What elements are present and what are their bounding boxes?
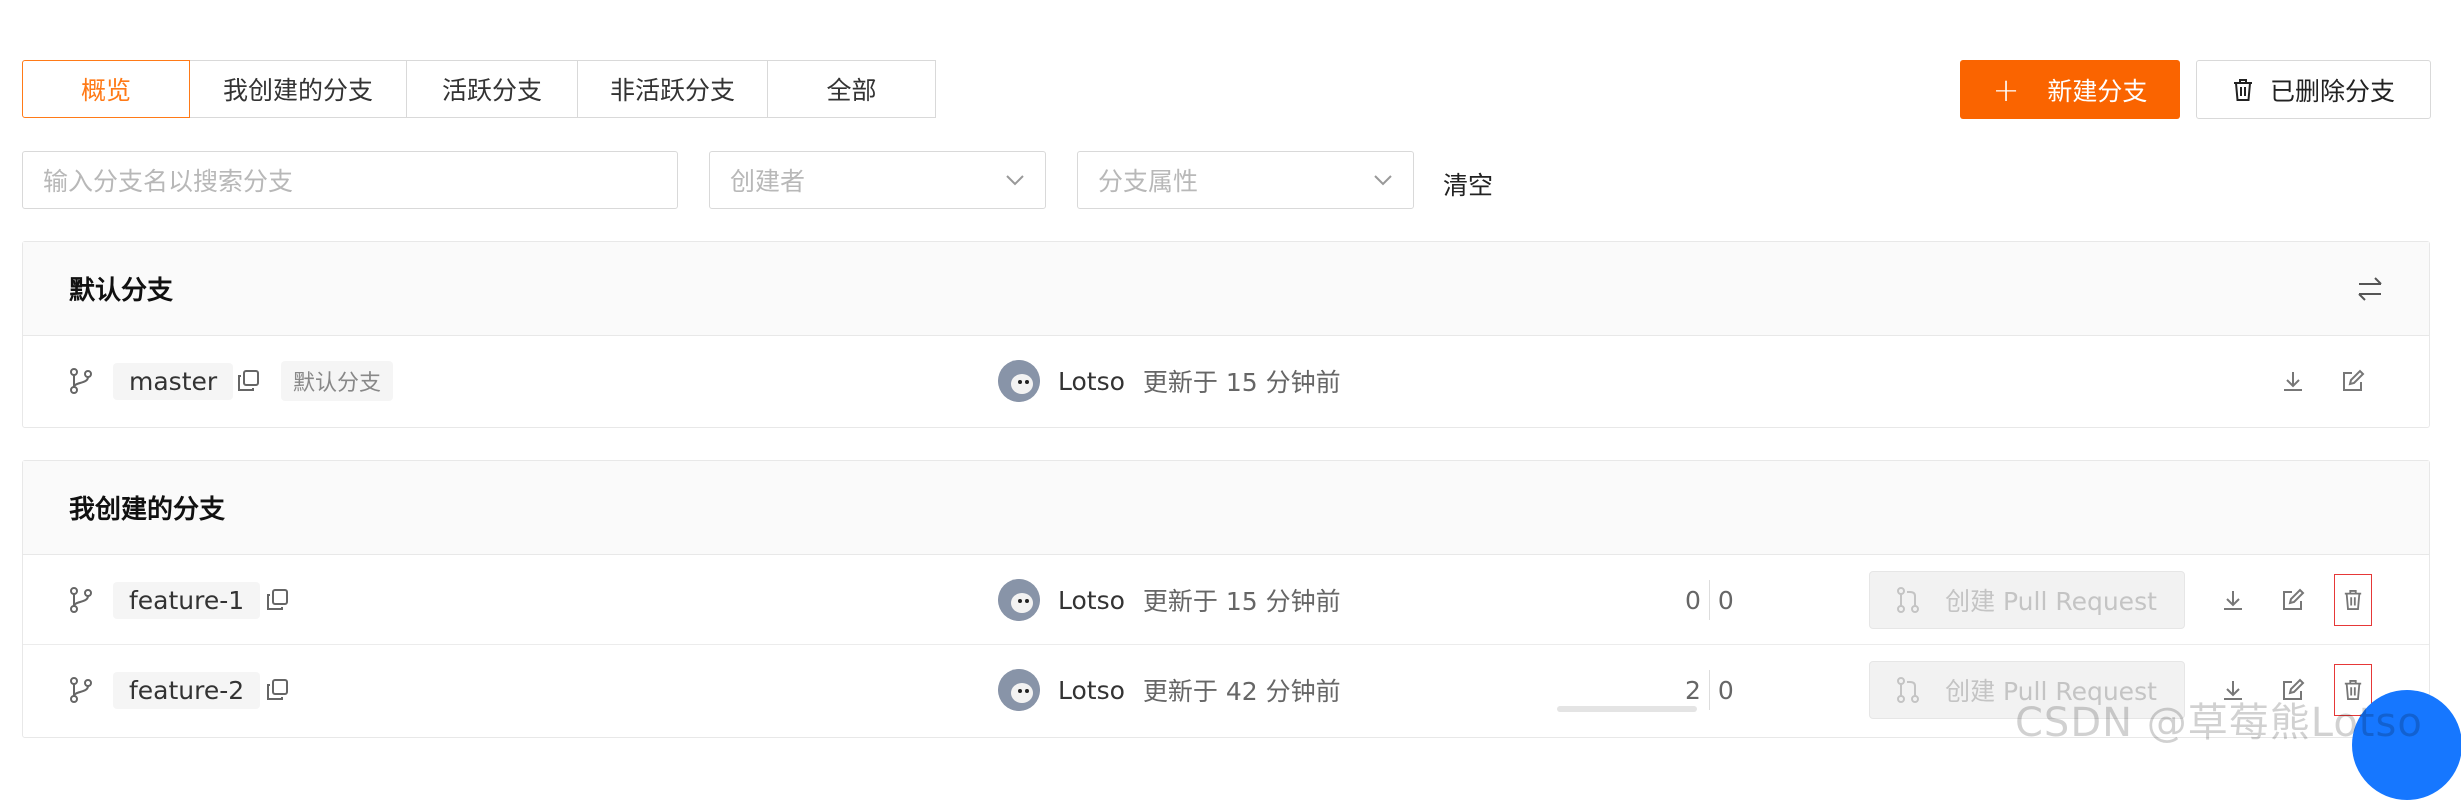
avatar xyxy=(998,360,1040,402)
attribute-placeholder: 分支属性 xyxy=(1098,167,1199,196)
section-header: 我创建的分支 xyxy=(23,461,2429,555)
edit-icon[interactable] xyxy=(2341,336,2365,426)
download-icon[interactable] xyxy=(2281,336,2305,426)
branch-name[interactable]: feature-1 xyxy=(113,581,261,619)
branch-name[interactable]: feature-2 xyxy=(113,671,261,709)
deleted-branches-button[interactable]: 已删除分支 xyxy=(2196,60,2431,119)
author-name[interactable]: Lotso xyxy=(1058,586,1125,615)
updated-time: 更新于 42 分钟前 xyxy=(1142,677,1341,706)
author-name[interactable]: Lotso xyxy=(1058,367,1125,396)
new-branch-label: 新建分支 xyxy=(2047,76,2148,106)
author-name[interactable]: Lotso xyxy=(1058,676,1125,705)
default-branch-section: 默认分支 master 默认分支 Lotso 更新于 15 分钟前 xyxy=(22,241,2430,428)
copy-icon[interactable] xyxy=(266,645,288,735)
section-title: 默认分支 xyxy=(69,276,174,306)
branch-icon xyxy=(69,336,93,426)
section-title: 我创建的分支 xyxy=(69,495,226,525)
branch-name[interactable]: master xyxy=(113,362,234,400)
plus-icon: + xyxy=(1992,70,2020,109)
tab-my-branches[interactable]: 我创建的分支 xyxy=(190,60,407,118)
behind-count: 2 xyxy=(1685,675,1701,705)
watermark: CSDN @草莓熊Lotso xyxy=(2015,700,2423,746)
copy-icon[interactable] xyxy=(237,336,259,426)
swap-icon[interactable] xyxy=(2355,275,2385,303)
copy-icon[interactable] xyxy=(266,555,288,645)
avatar xyxy=(998,579,1040,621)
pull-request-icon xyxy=(1897,677,1920,703)
chevron-down-icon xyxy=(1373,174,1393,186)
table-row: feature-1 Lotso 更新于 15 分钟前 0 0 创建 Pull R… xyxy=(23,555,2429,645)
ahead-count: 0 xyxy=(1717,675,1734,705)
table-row: master 默认分支 Lotso 更新于 15 分钟前 xyxy=(23,336,2429,426)
tab-all[interactable]: 全部 xyxy=(768,60,936,118)
updated-time: 更新于 15 分钟前 xyxy=(1142,368,1341,397)
creator-placeholder: 创建者 xyxy=(730,167,806,196)
avatar xyxy=(998,669,1040,711)
search-input[interactable]: 输入分支名以搜索分支 xyxy=(22,151,678,209)
chevron-down-icon xyxy=(1005,174,1025,186)
trash-icon xyxy=(2343,589,2363,611)
pull-request-icon xyxy=(1897,587,1920,613)
tab-overview[interactable]: 概览 xyxy=(22,60,190,118)
count-divider xyxy=(1708,580,1710,620)
tab-active-branches[interactable]: 活跃分支 xyxy=(407,60,578,118)
pull-request-label: 创建 Pull Request xyxy=(1945,587,2157,616)
attribute-select[interactable]: 分支属性 xyxy=(1077,151,1414,209)
branch-icon xyxy=(69,555,93,645)
count-divider xyxy=(1708,670,1710,710)
branch-icon xyxy=(69,645,93,735)
commit-diff-bar xyxy=(1557,706,1697,712)
edit-icon[interactable] xyxy=(2281,555,2305,645)
default-branch-tag: 默认分支 xyxy=(281,361,394,401)
creator-select[interactable]: 创建者 xyxy=(709,151,1046,209)
branch-tabs: 概览 我创建的分支 活跃分支 非活跃分支 全部 xyxy=(22,60,936,120)
tab-inactive-branches[interactable]: 非活跃分支 xyxy=(578,60,768,118)
deleted-branches-label: 已删除分支 xyxy=(2269,76,2395,106)
updated-time: 更新于 15 分钟前 xyxy=(1142,587,1341,616)
download-icon[interactable] xyxy=(2221,555,2245,645)
behind-count: 0 xyxy=(1685,585,1701,615)
trash-icon xyxy=(2232,78,2254,102)
section-header: 默认分支 xyxy=(23,242,2429,336)
delete-branch-button[interactable] xyxy=(2334,574,2372,626)
new-branch-button[interactable]: + 新建分支 xyxy=(1960,60,2180,119)
search-placeholder: 输入分支名以搜索分支 xyxy=(43,167,294,196)
clear-filters-link[interactable]: 清空 xyxy=(1443,166,1493,202)
ahead-count: 0 xyxy=(1717,585,1734,615)
create-pull-request-button[interactable]: 创建 Pull Request xyxy=(1869,571,2185,629)
